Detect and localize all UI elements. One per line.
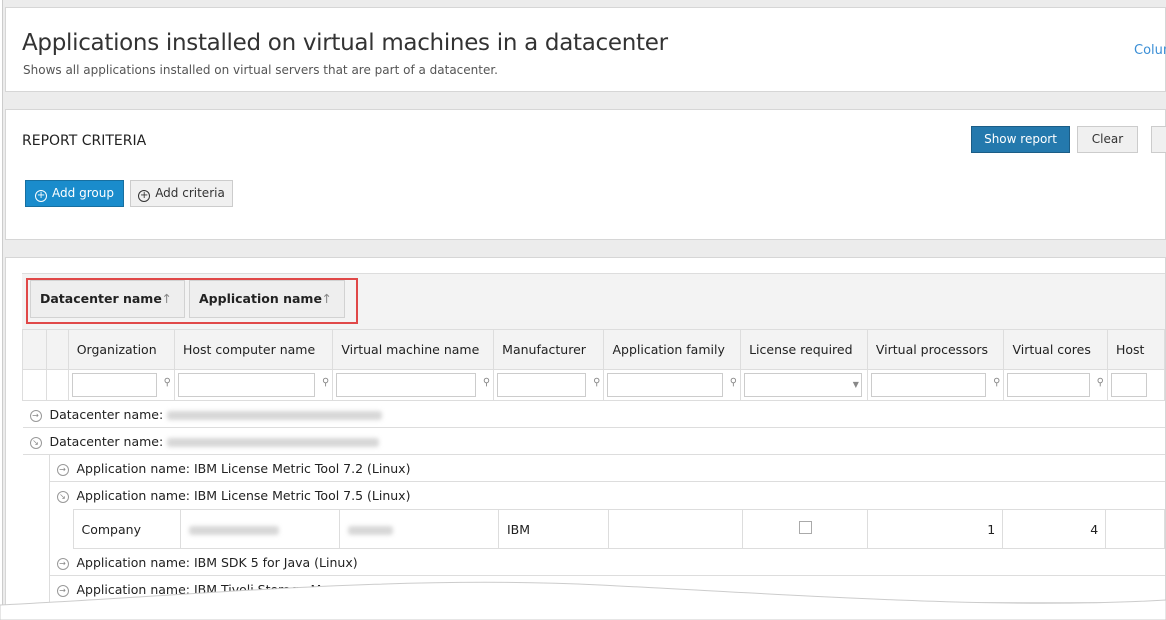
group-row-datacenter[interactable]: ↘ Datacenter name: <box>22 428 1165 455</box>
filter-pin-icon[interactable]: ⚲ <box>322 377 329 388</box>
cell-virtual-cores: 4 <box>1002 509 1107 549</box>
group-label: Application name: IBM License Metric Too… <box>76 461 411 476</box>
expand-icon[interactable]: → <box>56 464 69 476</box>
chevron-down-icon[interactable]: ▼ <box>853 380 859 389</box>
chip-label: Application name <box>199 291 322 306</box>
cell-host-computer-name <box>180 509 340 549</box>
sort-asc-icon[interactable]: ↑ <box>322 281 332 317</box>
filter-host[interactable] <box>1110 373 1147 397</box>
criteria-title: REPORT CRITERIA <box>22 133 147 149</box>
group-chip-application[interactable]: Application name ↑ <box>189 280 345 318</box>
cell-virtual-processors: 1 <box>867 509 1004 549</box>
add-group-label: Add group <box>52 186 114 200</box>
license-checkbox[interactable] <box>798 521 812 534</box>
report-grid-panel: Datacenter name ↑ Application name ↑ Organ… <box>5 257 1166 605</box>
filter-virtual-machine-name[interactable] <box>336 373 477 397</box>
more-button[interactable] <box>1151 126 1166 153</box>
col-virtual-cores[interactable]: Virtual cores <box>1003 329 1108 370</box>
filter-host-computer-name[interactable] <box>178 373 316 397</box>
filter-spacer <box>45 369 69 401</box>
col-virtual-processors[interactable]: Virtual processors <box>866 329 1005 370</box>
sort-asc-icon[interactable]: ↑ <box>162 281 172 317</box>
filter-manufacturer[interactable] <box>497 373 587 397</box>
col-license-required[interactable]: License required <box>740 329 868 370</box>
filter-pin-icon[interactable]: ⚲ <box>1097 377 1104 388</box>
group-label: Application name: IBM SDK 5 for Java (Li… <box>76 555 358 570</box>
report-criteria-panel: REPORT CRITERIA Show report Clear + Add g… <box>5 109 1166 240</box>
filter-pin-icon[interactable]: ⚲ <box>164 377 171 388</box>
group-by-bar: Datacenter name ↑ Application name ↑ <box>22 273 1165 329</box>
torn-edge <box>0 581 1166 620</box>
page-subtitle: Shows all applications installed on virt… <box>23 63 498 77</box>
chip-label: Datacenter name <box>40 291 162 306</box>
col-host-computer-name[interactable]: Host computer name <box>173 329 334 370</box>
filter-organization[interactable] <box>71 373 157 397</box>
redacted-value <box>167 411 383 420</box>
col-organization[interactable]: Organization <box>67 329 176 370</box>
collapse-icon[interactable]: ↘ <box>29 437 42 449</box>
plus-icon: + <box>35 190 48 202</box>
filter-spacer <box>22 369 47 401</box>
filter-virtual-cores[interactable] <box>1007 373 1090 397</box>
col-host[interactable]: Host <box>1106 329 1166 370</box>
data-table: Company IBM 1 4 <box>72 509 1165 549</box>
clear-button[interactable]: Clear <box>1077 126 1138 153</box>
col-expand <box>22 329 47 370</box>
plus-icon: + <box>138 190 151 202</box>
cell-organization: Company <box>72 509 182 549</box>
filter-pin-icon[interactable]: ⚲ <box>993 377 1000 388</box>
cell-application-family <box>608 509 744 549</box>
expand-icon[interactable]: → <box>56 558 69 570</box>
col-expand2 <box>45 329 69 370</box>
filter-pin-icon[interactable]: ⚲ <box>730 377 737 388</box>
group-label: Datacenter name: <box>49 407 168 422</box>
col-manufacturer[interactable]: Manufacturer <box>493 329 605 370</box>
filter-virtual-processors[interactable] <box>870 373 987 397</box>
add-criteria-label: Add criteria <box>155 186 225 200</box>
page: Applications installed on virtual machin… <box>2 0 1166 605</box>
group-row-application[interactable]: ↘ Application name: IBM License Metric To… <box>50 482 1165 509</box>
group-label: Datacenter name: <box>49 434 168 449</box>
cell-license-required <box>742 509 869 549</box>
cell-manufacturer: IBM <box>497 509 610 549</box>
add-group-button[interactable]: + Add group <box>25 180 124 207</box>
group-row-datacenter[interactable]: → Datacenter name: <box>22 401 1165 428</box>
add-criteria-button[interactable]: + Add criteria <box>130 180 233 207</box>
filter-license-required-select[interactable] <box>744 373 862 397</box>
filter-application-family[interactable] <box>607 373 724 397</box>
expand-icon[interactable]: → <box>29 410 42 422</box>
show-report-button[interactable]: Show report <box>971 126 1070 153</box>
col-virtual-machine-name[interactable]: Virtual machine name <box>332 329 495 370</box>
cell-virtual-machine-name <box>338 509 499 549</box>
page-title: Applications installed on virtual machin… <box>22 30 668 56</box>
col-application-family[interactable]: Application family <box>603 329 742 370</box>
group-chip-datacenter[interactable]: Datacenter name ↑ <box>30 280 185 318</box>
collapse-icon[interactable]: ↘ <box>56 491 69 503</box>
group-label: Application name: IBM License Metric Too… <box>76 488 411 503</box>
filter-pin-icon[interactable]: ⚲ <box>593 377 600 388</box>
group-row-application[interactable]: → Application name: IBM License Metric To… <box>49 455 1165 482</box>
columns-link[interactable]: Colum <box>1134 43 1166 58</box>
filter-pin-icon[interactable]: ⚲ <box>483 377 490 388</box>
header-panel: Applications installed on virtual machin… <box>5 7 1166 92</box>
report-table: Organization Host computer name Virtual … <box>22 329 1166 603</box>
cell-host <box>1105 509 1165 549</box>
table-row[interactable]: Company IBM 1 4 <box>72 509 1165 549</box>
redacted-value <box>167 438 380 447</box>
